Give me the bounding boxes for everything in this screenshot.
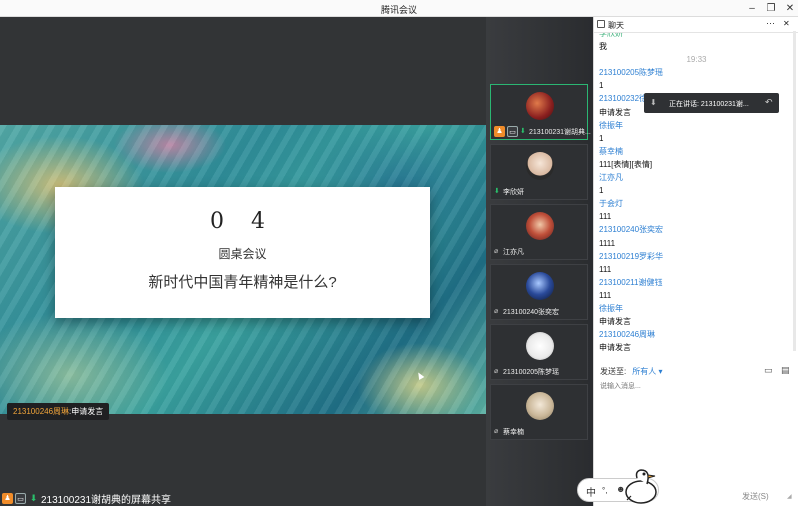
close-button[interactable]: ✕ [783,2,797,15]
chat-tools: ▭ ▤ [764,365,790,376]
participant-tile[interactable]: ⌀ 江亦凡 [490,204,588,260]
mic-muted-icon: ⌀ [494,428,499,435]
chat-sender[interactable]: 于会灯 [599,197,794,210]
participant-tile[interactable]: ⌀ 蔡幸楠 [490,384,588,440]
more-options-button[interactable]: ··· [766,18,775,28]
participant-name: 213100231谢胡典... [529,128,591,136]
chat-timestamp: 19:33 [686,55,707,65]
chat-message: 1 [599,133,604,143]
chat-sender[interactable]: 李欣妍 [599,33,794,40]
maximize-button[interactable]: ❐ [764,2,778,15]
resize-grip-icon[interactable]: ◢ [787,493,792,500]
participant-tile[interactable]: ⌀ 213100240张奕宏 [490,264,588,320]
participant-name: 蔡幸楠 [503,429,524,436]
avatar [526,332,554,360]
screen-share-icon: ▭ [15,493,26,504]
mic-muted-icon: ⌀ [494,308,499,315]
window-title: 腾讯会议 [380,5,417,15]
reply-icon[interactable]: ↶ [765,97,773,108]
chat-message: 111[表情][表情] [599,159,653,169]
chat-panel: 聊天 ··· ✕ 李欣妍我 19:33 213100205陈梦瑶 1 213100232… [593,17,798,506]
participant-tile[interactable]: ⬇ 李欣妍 [490,144,588,200]
chat-scrollbar[interactable] [793,31,796,351]
send-to-row: 发送至: 所有人 ▾ [600,366,662,377]
avatar [526,92,554,120]
send-button[interactable]: 发送(S) [742,491,769,502]
screen-share-icon: ▭ [507,126,518,137]
host-icon: ♟ [494,126,505,137]
participant-name: 李欣妍 [503,189,524,196]
chat-title: 聊天 [608,21,624,30]
chat-sender[interactable]: 徐振年 [599,302,794,315]
mic-on-icon: ⬇ [494,188,500,195]
chat-message: 1111 [599,238,616,248]
screen-share-text: 213100231谢胡典的屏幕共享 [41,495,172,506]
avatar [526,212,554,240]
file-icon[interactable]: ▭ [764,365,773,375]
chat-sender[interactable]: 蔡幸楠 [599,145,794,158]
chat-message-list[interactable]: 李欣妍我 19:33 213100205陈梦瑶 1 213100232徐 申请发言 徐振年 1… [599,33,794,366]
chat-sender[interactable]: 213100211谢健钰 [599,276,794,289]
slide-card: 0 4 圆桌会议 新时代中国青年精神是什么? [55,187,430,318]
chat-icon [597,20,605,28]
participant-name: 213100240张奕宏 [503,309,560,316]
slide-question: 新时代中国青年精神是什么? [148,274,337,291]
trash-icon[interactable]: ▤ [781,365,790,375]
chat-message: 111 [599,212,612,222]
avatar [526,392,554,420]
presentation-slide: 0 4 圆桌会议 新时代中国青年精神是什么? [0,125,486,414]
shared-screen-area[interactable]: 0 4 圆桌会议 新时代中国青年精神是什么? 213100246周琳:申请发言 … [0,17,486,506]
mouse-cursor-icon [415,370,425,381]
send-to-label: 发送至: [600,367,627,376]
speaking-tooltip-text: 正在讲话: 213100231谢... [669,101,749,108]
mic-icon: ⬇ [650,98,657,107]
chat-header: 聊天 ··· ✕ [594,17,798,33]
chat-sender[interactable]: 江亦凡 [599,171,794,184]
chat-message: 申请发言 [599,317,631,327]
participant-name: 江亦凡 [503,249,524,256]
slide-subtitle: 圆桌会议 [218,247,267,261]
participant-name: 213100205陈梦瑶 [503,369,560,376]
chat-sender[interactable]: 徐振年 [599,119,794,132]
avatar [526,272,554,300]
chat-sender[interactable]: 213100219罗彩华 [599,250,794,263]
chat-sender[interactable]: 213100205陈梦瑶 [599,66,794,79]
screen-share-label: ♟ ▭ ⬇ 213100231谢胡典的屏幕共享 [0,491,171,506]
chat-message: 111 [599,290,612,300]
mic-on-icon: ⬇ [29,493,38,503]
host-icon: ♟ [2,493,13,504]
chat-message: 111 [599,264,612,274]
recipient-select[interactable]: 所有人 ▾ [632,367,662,376]
slide-number: 0 4 [210,209,275,234]
participant-tile[interactable]: ⌀ 213100205陈梦瑶 [490,324,588,380]
ime-punct[interactable]: °, [602,486,607,495]
chat-message: 1 [599,186,604,196]
ime-lang[interactable]: 中 [586,484,596,499]
avatar [526,152,554,180]
speaking-tooltip: ⬇ 正在讲话: 213100231谢... ↶ [644,93,779,113]
title-bar: 腾讯会议 – ❐ ✕ [0,0,798,17]
mic-muted-icon: ⌀ [494,368,499,375]
participant-strip[interactable]: ♟ ▭ ⬇ 213100231谢胡典... ⬇ 李欣妍 ⌀ 江亦凡 ⌀ 213100240张… [486,17,593,506]
app-window: { "window":{"title":"腾讯会议","min":"–","ma… [0,0,798,506]
mic-muted-icon: ⌀ [494,248,499,255]
speaking-name: 213100246周琳 [13,407,70,416]
chat-message: 我 [599,42,607,52]
chat-message: 申请发言 [599,343,631,353]
minimize-button[interactable]: – [745,2,759,15]
chat-message: 1 [599,81,604,91]
chat-sender[interactable]: 213100240张奕宏 [599,223,794,236]
participant-tile[interactable]: ♟ ▭ ⬇ 213100231谢胡典... [490,84,591,140]
speaking-suffix: :申请发言 [69,407,104,416]
mic-on-icon: ⬇ [520,127,526,135]
chat-sender[interactable]: 213100246周琳 [599,328,794,341]
ime-mascot-icon[interactable] [617,464,661,504]
speaking-notice: 213100246周琳:申请发言 [7,403,110,420]
close-chat-button[interactable]: ✕ [783,19,790,28]
chat-input[interactable] [600,379,790,393]
